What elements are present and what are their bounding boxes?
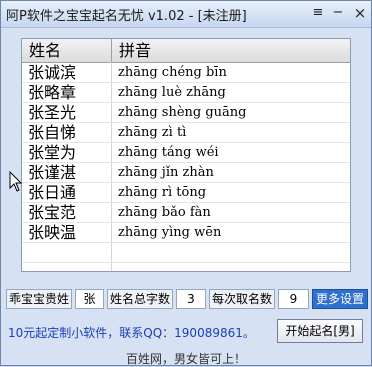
pinyin-cell: zhāng yìng wēn — [118, 225, 222, 240]
pinyin-cell: zhāng bǎo fàn — [118, 205, 211, 220]
empty-row — [22, 243, 350, 263]
pinyin-cell: zhāng shèng guāng — [118, 105, 247, 120]
settings-bar: 乖宝宝贵姓 张 姓名总字数 3 每次取名数 9 更多设置 — [6, 289, 368, 309]
name-cell: 张圣光 — [28, 103, 77, 122]
title-bar[interactable]: 阿P软件之宝宝起名无忧 v1.02 - [未注册] ≡ − × — [1, 1, 371, 28]
per-batch-label: 每次取名数 — [209, 289, 275, 309]
empty-row — [22, 263, 350, 271]
table-row[interactable]: 张圣光 zhāng shèng guāng — [22, 103, 350, 123]
pinyin-cell: zhāng chéng bīn — [118, 65, 227, 80]
name-cell: 张略章 — [28, 83, 77, 102]
surname-label: 乖宝宝贵姓 — [6, 289, 72, 309]
pinyin-cell: zhāng luè zhāng — [118, 85, 226, 100]
table-row[interactable]: 张日通 zhāng rì tōng — [22, 183, 350, 203]
per-batch-input[interactable]: 9 — [278, 289, 309, 309]
table-row[interactable]: 张自悌 zhāng zì tì — [22, 123, 350, 143]
table-header: 姓名 拼音 — [22, 39, 350, 63]
menu-icon[interactable]: ≡ — [309, 5, 327, 21]
table-row[interactable]: 张映温 zhāng yìng wēn — [22, 223, 350, 243]
window-title: 阿P软件之宝宝起名无忧 v1.02 - [未注册] — [6, 9, 247, 24]
column-header-pinyin[interactable]: 拼音 — [112, 39, 350, 62]
name-cell: 张自悌 — [28, 123, 77, 142]
footer-text: 百姓网，男女皆可上！ — [125, 352, 246, 366]
pinyin-cell: zhāng rì tōng — [118, 185, 207, 200]
minimize-icon[interactable]: − — [329, 5, 347, 21]
table-row[interactable]: 张诚滨 zhāng chéng bīn — [22, 63, 350, 83]
total-chars-label: 姓名总字数 — [107, 289, 173, 309]
more-settings-button[interactable]: 更多设置 — [312, 289, 368, 309]
name-cell: 张堂为 — [28, 143, 77, 162]
arrow-cursor-icon — [9, 171, 23, 192]
name-cell: 张映温 — [28, 223, 77, 242]
pinyin-cell: zhāng jǐn zhàn — [118, 165, 214, 180]
table-row[interactable]: 张谨湛 zhāng jǐn zhàn — [22, 163, 350, 183]
pinyin-cell: zhāng táng wéi — [118, 145, 219, 160]
table-row[interactable]: 张略章 zhāng luè zhāng — [22, 83, 350, 103]
close-icon[interactable]: × — [351, 5, 369, 21]
table-row[interactable]: 张堂为 zhāng táng wéi — [22, 143, 350, 163]
name-cell: 张日通 — [28, 183, 77, 202]
name-cell: 张诚滨 — [28, 63, 77, 82]
name-cell: 张谨湛 — [28, 163, 77, 182]
promo-link[interactable]: 10元起定制小软件，联系QQ：190089861。 — [8, 324, 255, 341]
app-window: 阿P软件之宝宝起名无忧 v1.02 - [未注册] ≡ − × 姓名 拼音 张诚… — [0, 0, 372, 366]
name-cell: 张宝范 — [28, 203, 77, 222]
surname-input[interactable]: 张 — [75, 289, 104, 309]
total-chars-input[interactable]: 3 — [176, 289, 206, 309]
table-row[interactable]: 张宝范 zhāng bǎo fàn — [22, 203, 350, 223]
pinyin-cell: zhāng zì tì — [118, 125, 187, 140]
names-table[interactable]: 姓名 拼音 张诚滨 zhāng chéng bīn 张略章 zhāng luè zh… — [21, 38, 351, 272]
start-naming-button[interactable]: 开始起名[男] — [277, 319, 363, 343]
column-header-name[interactable]: 姓名 — [22, 39, 112, 62]
table-body: 张诚滨 zhāng chéng bīn 张略章 zhāng luè zhāng 张圣… — [22, 63, 350, 271]
